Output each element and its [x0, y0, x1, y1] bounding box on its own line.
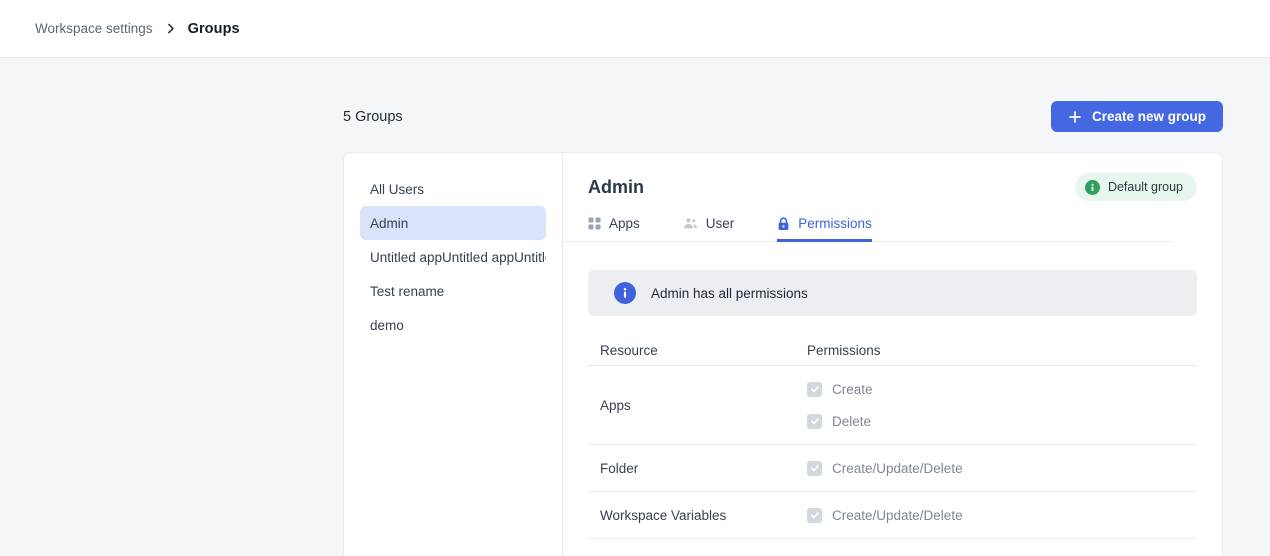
- tab-permissions[interactable]: Permissions: [777, 213, 872, 242]
- table-row: Apps Create Delete: [588, 366, 1197, 445]
- chevron-right-icon: [164, 22, 177, 35]
- groups-card: All Users Admin Untitled appUntitled app…: [343, 152, 1223, 556]
- default-group-badge: Default group: [1075, 173, 1197, 201]
- header-bar: Workspace settings Groups: [0, 0, 1270, 58]
- info-icon: [1085, 180, 1100, 195]
- group-item-untitled-app[interactable]: Untitled appUntitled appUntitle…: [360, 240, 546, 274]
- resource-label-folder: Folder: [600, 461, 807, 476]
- breadcrumb-groups: Groups: [188, 21, 240, 37]
- table-header-row: Resource Permissions: [588, 336, 1197, 366]
- permission-label: Create/Update/Delete: [832, 508, 963, 523]
- group-item-admin[interactable]: Admin: [360, 206, 546, 240]
- permissions-info-banner: Admin has all permissions: [588, 270, 1197, 316]
- column-header-permissions: Permissions: [807, 343, 1185, 358]
- column-header-resource: Resource: [600, 343, 807, 358]
- group-item-demo[interactable]: demo: [360, 308, 546, 342]
- group-list: All Users Admin Untitled appUntitled app…: [344, 153, 563, 556]
- tab-apps-label: Apps: [609, 216, 640, 231]
- checkbox-checked-icon[interactable]: [807, 508, 822, 523]
- permission-label: Delete: [832, 414, 871, 429]
- grid-icon: [588, 217, 601, 230]
- checkbox-checked-icon[interactable]: [807, 414, 822, 429]
- table-row: Folder Create/Update/Delete: [588, 445, 1197, 492]
- permission-label: Create: [832, 382, 873, 397]
- checkbox-checked-icon[interactable]: [807, 461, 822, 476]
- table-row: Workspace Variables Create/Update/Delete: [588, 492, 1197, 539]
- plus-icon: [1068, 110, 1082, 124]
- group-detail-panel: Admin Default group Apps: [563, 153, 1222, 556]
- default-group-badge-label: Default group: [1108, 180, 1183, 194]
- tab-user-label: User: [706, 216, 735, 231]
- resource-label-workspace-variables: Workspace Variables: [600, 508, 807, 523]
- banner-text: Admin has all permissions: [651, 286, 808, 301]
- permission-folder-cud: Create/Update/Delete: [807, 458, 1185, 478]
- tab-user[interactable]: User: [683, 213, 735, 242]
- group-count-label: 5 Groups: [343, 109, 403, 125]
- tab-apps[interactable]: Apps: [588, 213, 640, 242]
- group-item-all-users[interactable]: All Users: [360, 172, 546, 206]
- permission-apps-create: Create: [807, 379, 1185, 399]
- tab-permissions-label: Permissions: [798, 216, 872, 231]
- checkbox-checked-icon[interactable]: [807, 382, 822, 397]
- permissions-table: Resource Permissions Apps Create: [588, 336, 1197, 539]
- group-item-test-rename[interactable]: Test rename: [360, 274, 546, 308]
- group-tabs: Apps User Permissions: [588, 213, 1197, 242]
- info-icon: [614, 282, 636, 304]
- create-new-group-button[interactable]: Create new group: [1051, 101, 1223, 132]
- lock-icon: [777, 217, 790, 231]
- group-title: Admin: [588, 177, 644, 198]
- resource-label-apps: Apps: [600, 398, 807, 413]
- permission-label: Create/Update/Delete: [832, 461, 963, 476]
- permission-apps-delete: Delete: [807, 411, 1185, 431]
- groups-toolbar: 5 Groups Create new group: [343, 101, 1223, 132]
- permission-workspace-variables-cud: Create/Update/Delete: [807, 505, 1185, 525]
- breadcrumb-workspace-settings[interactable]: Workspace settings: [35, 21, 153, 36]
- users-icon: [683, 217, 698, 230]
- create-new-group-label: Create new group: [1092, 109, 1206, 124]
